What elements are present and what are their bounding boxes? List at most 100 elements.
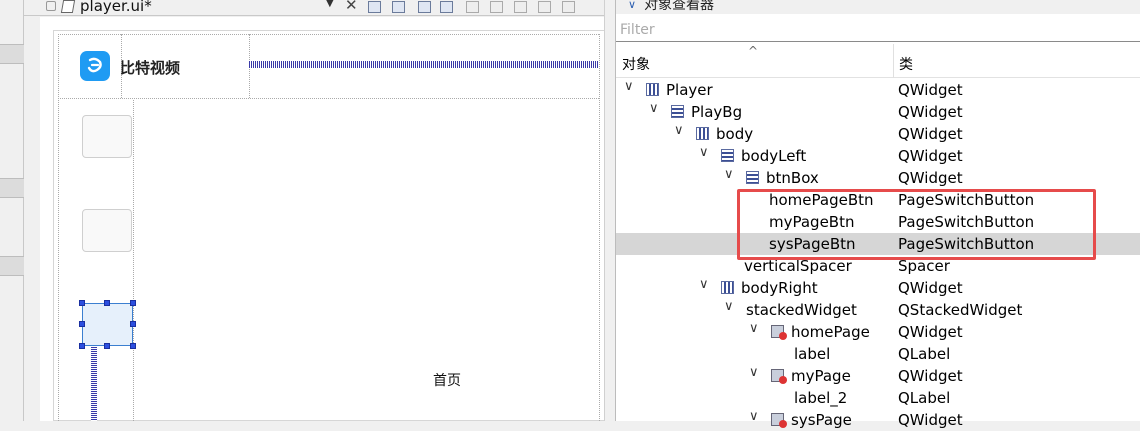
tree-object-name: btnBox	[766, 169, 819, 187]
layout-guide	[58, 98, 599, 99]
tree-object-class: QStackedWidget	[898, 301, 1023, 319]
tree-row[interactable]: ∨ homePage QWidget	[616, 321, 1140, 343]
expand-chevron-icon[interactable]: ∨	[749, 409, 759, 424]
tree-object-name: sysPage	[791, 411, 852, 429]
left-panel-band	[0, 44, 24, 64]
break-layout-icon[interactable]	[466, 1, 479, 13]
tree-object-class: QWidget	[898, 323, 963, 341]
resize-handle[interactable]	[79, 300, 85, 306]
stacked-page-icon	[771, 325, 787, 340]
horizontal-layout-icon	[671, 105, 684, 118]
stacked-page-icon	[771, 413, 787, 428]
tree-row[interactable]: ∨ btnBox QWidget	[616, 167, 1140, 189]
left-side-panel	[0, 0, 24, 421]
filter-input[interactable]	[616, 18, 1140, 41]
tree-object-class: QLabel	[898, 345, 951, 363]
expand-chevron-icon[interactable]: ∨	[749, 321, 759, 336]
resize-handle[interactable]	[130, 343, 136, 349]
splitter-vertical-icon[interactable]	[538, 1, 551, 13]
vertical-spacer[interactable]	[91, 347, 97, 421]
layout-grid-icon[interactable]	[418, 1, 431, 13]
layout-guide	[58, 34, 59, 421]
tree-object-class: QWidget	[898, 125, 963, 143]
file-tab[interactable]: player.ui*	[42, 0, 342, 16]
close-icon[interactable]: ✕	[345, 0, 358, 14]
horizontal-spacer[interactable]	[249, 61, 599, 68]
splitter-horizontal-icon[interactable]	[514, 1, 527, 13]
collapse-chevron-icon[interactable]: ∨	[628, 0, 636, 11]
column-separator[interactable]	[893, 44, 894, 78]
tree-object-name: label	[794, 345, 831, 363]
layout-horizontal-icon[interactable]	[368, 1, 381, 13]
tree-object-class: QWidget	[898, 279, 963, 297]
tree-object-class: QWidget	[898, 103, 963, 121]
highlight-annotation-box	[737, 189, 1096, 260]
stacked-page-icon	[771, 369, 787, 384]
tree-object-name: stackedWidget	[746, 301, 857, 319]
tree-row[interactable]: ∨ Player QWidget	[616, 79, 1140, 101]
layout-guide	[599, 34, 600, 421]
tree-object-class: QWidget	[898, 81, 963, 99]
tree-object-name: body	[716, 125, 754, 143]
tree-object-class: QLabel	[898, 389, 951, 407]
vertical-layout-icon	[696, 127, 709, 140]
resize-handle[interactable]	[104, 300, 110, 306]
my-page-button[interactable]	[82, 209, 132, 252]
tree-header	[616, 44, 1140, 78]
left-panel-band	[0, 256, 24, 276]
layout-vertical-icon[interactable]	[392, 1, 405, 13]
tree-row[interactable]: label QLabel	[616, 343, 1140, 365]
home-page-button[interactable]	[82, 115, 132, 158]
expand-chevron-icon[interactable]: ∨	[724, 167, 734, 182]
sys-page-button[interactable]	[82, 303, 133, 346]
panel-title-label: 对象查看器	[644, 0, 715, 13]
tree-row[interactable]: ∨ sysPage QWidget	[616, 409, 1140, 431]
file-tab-label: player.ui*	[80, 0, 152, 15]
expand-chevron-icon[interactable]: ∨	[674, 123, 684, 138]
edit-file-icon	[60, 0, 76, 13]
horizontal-layout-icon	[721, 149, 734, 162]
expand-chevron-icon[interactable]: ∨	[724, 299, 734, 314]
resize-handle[interactable]	[104, 343, 110, 349]
object-inspector-title: ∨ 对象查看器	[616, 0, 1140, 14]
layout-guide	[58, 34, 599, 35]
expand-chevron-icon[interactable]: ∨	[649, 101, 659, 116]
tree-object-name: Player	[666, 81, 713, 99]
resize-handle[interactable]	[79, 321, 85, 327]
expand-chevron-icon[interactable]: ∨	[699, 145, 709, 160]
resize-handle[interactable]	[130, 321, 136, 327]
tree-row[interactable]: ∨ stackedWidget QStackedWidget	[616, 299, 1140, 321]
splitter-handle[interactable]	[604, 0, 616, 421]
app-logo-text: 比特视频	[120, 59, 181, 77]
column-header-object[interactable]: 对象	[622, 54, 650, 74]
adjust-size-icon[interactable]	[490, 1, 503, 13]
player-form[interactable]	[53, 30, 616, 421]
tree-object-class: QWidget	[898, 169, 963, 187]
tree-object-name: label_2	[794, 389, 848, 407]
expand-chevron-icon[interactable]: ∨	[624, 79, 634, 94]
app-logo-icon	[80, 51, 110, 81]
column-header-class[interactable]: 类	[899, 54, 913, 74]
vertical-layout-icon	[646, 83, 659, 96]
horizontal-layout-icon	[746, 171, 759, 184]
tree-row[interactable]: ∨ body QWidget	[616, 123, 1140, 145]
tree-object-name: bodyRight	[741, 279, 818, 297]
tree-object-name: homePage	[791, 323, 870, 341]
grid-layout-icon[interactable]	[562, 1, 575, 13]
expand-chevron-icon[interactable]: ∨	[749, 365, 759, 380]
tree-row[interactable]: ∨ myPage QWidget	[616, 365, 1140, 387]
tree-row[interactable]: label_2 QLabel	[616, 387, 1140, 409]
file-dropdown-arrow-icon[interactable]: ▼	[326, 0, 334, 9]
tree-object-class: QWidget	[898, 367, 963, 385]
expand-chevron-icon[interactable]: ∨	[699, 277, 709, 292]
layout-form-icon[interactable]	[440, 1, 453, 13]
resize-handle[interactable]	[79, 343, 85, 349]
filter-box[interactable]	[616, 18, 1140, 42]
vertical-layout-icon	[721, 281, 734, 294]
layout-guide	[133, 100, 134, 421]
resize-handle[interactable]	[130, 300, 136, 306]
lock-icon	[46, 1, 56, 11]
tree-row[interactable]: ∨ PlayBg QWidget	[616, 101, 1140, 123]
tree-row[interactable]: ∨ bodyLeft QWidget	[616, 145, 1140, 167]
tree-row[interactable]: ∨ bodyRight QWidget	[616, 277, 1140, 299]
